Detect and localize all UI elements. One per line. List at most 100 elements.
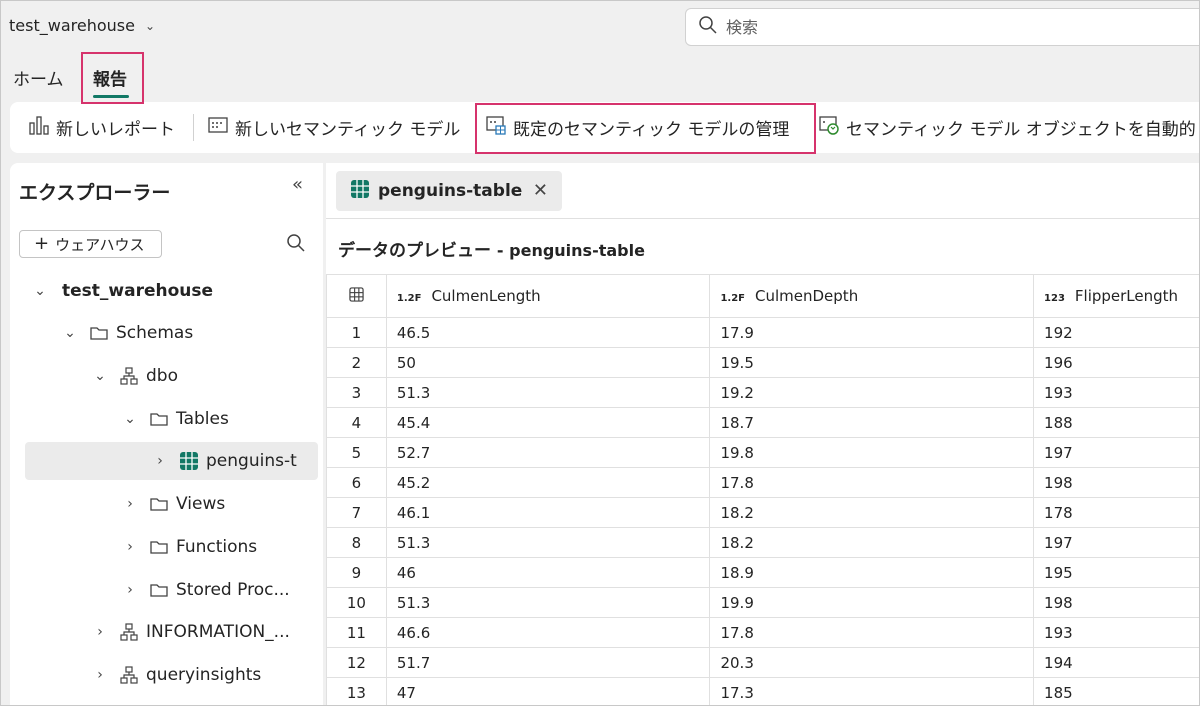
tab-home[interactable]: ホーム [13, 65, 64, 90]
table-row: 5 52.7 19.8 197 [326, 437, 1199, 468]
table-cell: 45.4 [385, 407, 711, 438]
document-tab-penguins-table[interactable]: penguins-table ✕ [336, 171, 562, 211]
table-row: 7 46.1 18.2 178 [326, 497, 1199, 528]
folder-icon [148, 409, 170, 429]
tree-item-tables[interactable]: ⌄ Tables [122, 400, 312, 438]
tree-item-label: Functions [176, 537, 258, 557]
data-preview-grid: 1.2F CulmenLength 1.2F CulmenDepth 123 Flip… [326, 274, 1199, 705]
tree-item-stored-procedures[interactable]: › Stored Proc... [122, 571, 312, 609]
auto-update-semantic-model-button[interactable]: セマンティック モデル オブジェクトを自動的 [818, 102, 1196, 153]
table-cell: 198 [1033, 587, 1199, 618]
table-cell: 188 [1033, 407, 1199, 438]
table-row: 13 47 17.3 185 [326, 677, 1199, 705]
tree-item-label: Stored Proc... [176, 580, 290, 600]
grid-select-all[interactable] [326, 274, 387, 318]
tree-item-functions[interactable]: › Functions [122, 528, 312, 566]
column-name: FlipperLength [1074, 287, 1179, 305]
add-warehouse-button[interactable]: + ウェアハウス [19, 230, 162, 258]
tree-item-label: Tables [176, 409, 229, 429]
row-number: 2 [326, 347, 387, 378]
table-icon [350, 179, 370, 204]
chevron-right-icon: › [127, 582, 133, 598]
close-icon[interactable]: ✕ [533, 180, 548, 201]
table-cell: 19.9 [709, 587, 1035, 618]
table-cell: 46.5 [385, 317, 711, 348]
tree-item-information-schema[interactable]: › INFORMATION_... [92, 613, 312, 651]
table-row: 1 46.5 17.9 192 [326, 317, 1199, 348]
chevron-down-icon: ⌄ [94, 368, 106, 384]
table-cell: 45.2 [385, 467, 711, 498]
tree-item-dbo[interactable]: ⌄ dbo [92, 357, 312, 395]
table-row: 4 45.4 18.7 188 [326, 407, 1199, 438]
table-row: 3 51.3 19.2 193 [326, 377, 1199, 408]
tree-item-label: dbo [146, 366, 178, 386]
workspace-selector[interactable]: test_warehouse ⌄ [9, 16, 155, 35]
row-number: 12 [326, 647, 387, 678]
table-cell: 51.3 [385, 377, 711, 408]
table-cell: 198 [1033, 467, 1199, 498]
table-cell: 17.3 [709, 677, 1035, 705]
tree-item-test-warehouse[interactable]: ⌄ test_warehouse [32, 272, 312, 310]
integer-type-icon: 123 [1044, 293, 1065, 304]
row-number: 4 [326, 407, 387, 438]
explorer-panel: エクスプローラー « + ウェアハウス ⌄ test_warehouse ⌄ S… [10, 163, 323, 705]
table-cell: 193 [1033, 377, 1199, 408]
plus-icon: + [34, 233, 50, 254]
table-cell: 18.7 [709, 407, 1035, 438]
tree-item-label: penguins-t [206, 451, 297, 471]
chevron-down-icon: ⌄ [34, 283, 46, 299]
table-row: 12 51.7 20.3 194 [326, 647, 1199, 678]
table-icon [178, 451, 200, 471]
table-cell: 51.3 [385, 527, 711, 558]
decimal-type-icon: 1.2F [720, 293, 746, 304]
table-cell: 192 [1033, 317, 1199, 348]
tree-item-views[interactable]: › Views [122, 485, 312, 523]
column-header-flipperlength[interactable]: 123 FlipperLength [1033, 274, 1199, 318]
tree-item-label: INFORMATION_... [146, 622, 290, 642]
table-cell: 51.3 [385, 587, 711, 618]
table-row: 6 45.2 17.8 198 [326, 467, 1199, 498]
row-number: 13 [326, 677, 387, 705]
table-cell: 185 [1033, 677, 1199, 705]
explorer-search-icon[interactable] [286, 233, 306, 257]
new-report-button[interactable]: 新しいレポート [28, 102, 175, 153]
row-number: 5 [326, 437, 387, 468]
app-window: test_warehouse ⌄ ホーム 報告 新しいレポート [0, 0, 1200, 706]
chevron-right-icon: › [127, 539, 133, 555]
new-report-label: 新しいレポート [56, 120, 175, 140]
table-cell: 197 [1033, 437, 1199, 468]
collapse-panel-icon[interactable]: « [292, 174, 303, 195]
table-cell: 19.8 [709, 437, 1035, 468]
search-box[interactable] [685, 8, 1199, 46]
tree-item-schemas[interactable]: ⌄ Schemas [62, 314, 312, 352]
column-name: CulmenLength [431, 287, 541, 305]
tree-item-label: Schemas [116, 323, 194, 343]
schema-icon [118, 366, 140, 386]
column-header-culmendepth[interactable]: 1.2F CulmenDepth [709, 274, 1035, 318]
table-body: 1 46.5 17.9 192 2 50 19.5 196 3 51.3 19.2 193 4 45… [326, 317, 1199, 705]
chevron-down-icon: ⌄ [144, 18, 155, 33]
highlight-box-manage-button [475, 103, 816, 154]
tree-item-penguins-table[interactable]: › penguins-t [25, 442, 318, 480]
table-cell: 46 [385, 557, 711, 588]
row-number: 10 [326, 587, 387, 618]
column-name: CulmenDepth [755, 287, 859, 305]
table-header-row: 1.2F CulmenLength 1.2F CulmenDepth 123 Flip… [326, 274, 1199, 318]
column-header-culmenlength[interactable]: 1.2F CulmenLength [385, 274, 711, 318]
tree-item-queryinsights[interactable]: › queryinsights [92, 656, 312, 694]
schema-icon [118, 622, 140, 642]
table-cell: 17.9 [709, 317, 1035, 348]
search-input[interactable] [726, 17, 1126, 37]
table-cell: 19.5 [709, 347, 1035, 378]
chevron-down-icon: ⌄ [124, 411, 136, 427]
row-number: 7 [326, 497, 387, 528]
table-cell: 52.7 [385, 437, 711, 468]
divider [326, 218, 1199, 219]
row-number: 8 [326, 527, 387, 558]
new-semantic-model-button[interactable]: 新しいセマンティック モデル [207, 102, 460, 153]
main-panel: penguins-table ✕ データのプレビュー - penguins-ta… [326, 163, 1199, 705]
add-warehouse-label: ウェアハウス [55, 235, 145, 254]
highlight-box-report-tab [81, 52, 144, 104]
table-cell: 46.1 [385, 497, 711, 528]
table-cell: 20.3 [709, 647, 1035, 678]
